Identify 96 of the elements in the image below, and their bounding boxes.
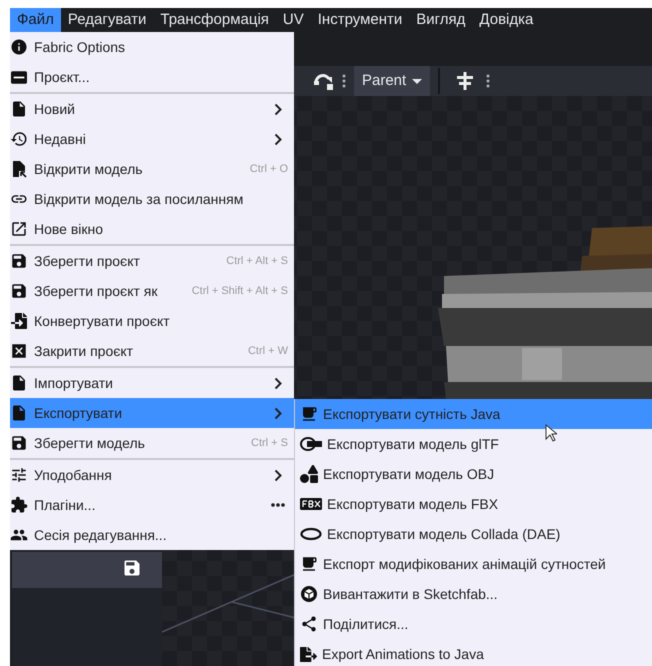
close-icon (10, 342, 28, 360)
menu-entry[interactable]: Конвертувати проєкт (10, 306, 294, 336)
shortcut-label: Ctrl + Shift + Alt + S (192, 284, 288, 299)
shortcut-label: Ctrl + S (251, 436, 288, 451)
entry-label: Експорт модифікованих анімацій сутностей (323, 554, 606, 574)
menu-entry[interactable]: Уподобання (10, 460, 294, 490)
entry-label: Експортувати сутність Java (323, 404, 500, 424)
file-icon (10, 100, 28, 118)
menu-entry[interactable]: Відкрити модель за посиланням (10, 184, 294, 214)
cube-circle-icon (300, 585, 318, 603)
file-icon (10, 374, 28, 392)
save-icon[interactable] (122, 558, 142, 578)
menu-entry[interactable]: Імпортувати (10, 368, 294, 398)
gltf-icon (300, 437, 322, 451)
menu-entry[interactable]: Зберегти модель Ctrl + S (10, 428, 294, 458)
more-icon (342, 74, 346, 88)
entry-label: Експортувати модель FBX (327, 494, 498, 514)
cursor-icon (545, 424, 557, 442)
menu-entry[interactable]: Експортувати сутність Java (295, 399, 652, 429)
save-icon (10, 252, 28, 270)
menu-entry[interactable]: Сесія редагування... (10, 520, 294, 550)
menu-item[interactable]: Інструменти (310, 8, 410, 32)
new-window-icon (10, 220, 28, 238)
share-icon (300, 615, 318, 633)
more-icon (486, 74, 490, 88)
card-icon (11, 70, 27, 84)
entry-label: Відкрити модель (34, 160, 143, 179)
puzzle-icon (10, 496, 28, 514)
menu-item[interactable]: Файл (10, 8, 61, 32)
menu-entry[interactable]: Зберегти проєкт Ctrl + Alt + S (10, 246, 294, 276)
sliders-icon (10, 466, 28, 484)
menu-entry[interactable]: Новий (10, 94, 294, 124)
align-icon (456, 72, 474, 90)
entry-label: Відкрити модель за посиланням (34, 190, 244, 209)
menu-item[interactable]: Вигляд (409, 8, 472, 32)
entry-label: Зберегти проєкт як (34, 282, 158, 301)
menu-entry[interactable]: Недавні (10, 124, 294, 154)
entry-label: Export Animations to Java (322, 644, 484, 664)
menu-entry[interactable]: Експортувати модель OBJ (295, 459, 652, 489)
menu-item[interactable]: Довідка (472, 8, 540, 32)
entry-label: Конвертувати проєкт (34, 312, 170, 331)
cup-icon (300, 555, 318, 573)
shortcut-label: Ctrl + Alt + S (226, 254, 288, 269)
menu-item[interactable]: UV (276, 8, 311, 32)
menu-entry[interactable]: Експортувати (10, 398, 294, 428)
save-icon (10, 434, 28, 452)
shortcut-label: Ctrl + W (248, 344, 288, 359)
menu-entry[interactable]: Закрити проєкт Ctrl + W (10, 336, 294, 366)
history-icon (10, 130, 28, 148)
fbx-icon (300, 498, 322, 510)
entry-label: Поділитися... (323, 614, 408, 634)
menu-entry[interactable]: Експортувати модель FBX (295, 489, 652, 519)
menu-entry[interactable]: Fabric Options (10, 32, 294, 62)
caret-icon (412, 78, 422, 84)
entry-label: Вивантажити в Sketchfab... (323, 584, 498, 604)
cup-icon (300, 405, 318, 423)
menu-entry[interactable]: Нове вікно (10, 214, 294, 244)
entry-label: Імпортувати (34, 374, 113, 393)
rotate-arrow-icon (314, 72, 334, 90)
shapes-icon (300, 465, 318, 483)
entry-label: Уподобання (34, 466, 112, 485)
entry-label: Експортувати модель glTF (327, 434, 499, 454)
menu-item[interactable]: Трансформація (153, 8, 276, 32)
entry-label: Експортувати (34, 404, 122, 423)
entry-label: Закрити проєкт (34, 342, 134, 361)
ring-icon (300, 527, 322, 541)
menu-entry[interactable]: Зберегти проєкт як Ctrl + Shift + Alt + S (10, 276, 294, 306)
entry-label: Fabric Options (34, 38, 126, 57)
file-arrow-icon (10, 160, 28, 178)
save-icon (10, 282, 28, 300)
entry-label: Сесія редагування... (34, 526, 167, 545)
entry-label: Експортувати модель OBJ (323, 464, 494, 484)
entry-label: Зберегти модель (34, 434, 145, 453)
entry-label: Новий (34, 100, 75, 118)
menu-entry[interactable]: Експортувати модель glTF (295, 429, 652, 459)
menu-entry[interactable]: Експорт модифікованих анімацій сутностей (295, 549, 652, 579)
parent-dropdown[interactable]: Parent (354, 66, 430, 96)
entry-label: Зберегти проєкт (34, 252, 140, 271)
shortcut-label: Ctrl + O (250, 162, 288, 177)
entry-label: Нове вікно (34, 220, 104, 238)
file-export-icon (300, 646, 317, 662)
menu-entry[interactable]: Експортувати модель Collada (DAE) (295, 519, 652, 549)
menu-entry[interactable]: Відкрити модель Ctrl + O (10, 154, 294, 184)
entry-label: Експортувати модель Collada (DAE) (327, 524, 560, 544)
menu-entry[interactable]: Поділитися... (295, 609, 652, 639)
file-import-icon (11, 313, 27, 329)
menu-entry[interactable]: Проєкт... (10, 62, 294, 92)
entry-label: Проєкт... (34, 68, 90, 87)
menu-entry[interactable]: Вивантажити в Sketchfab... (295, 579, 652, 609)
entry-label: Недавні (34, 130, 86, 149)
entry-label: Плагіни... (34, 496, 96, 514)
info-icon (10, 38, 28, 56)
menu-entry[interactable]: Export Animations to Java (295, 639, 652, 666)
menu-item[interactable]: Редагувати (60, 8, 154, 32)
file-icon (10, 404, 28, 422)
menu-entry[interactable]: Плагіни... (10, 490, 294, 520)
